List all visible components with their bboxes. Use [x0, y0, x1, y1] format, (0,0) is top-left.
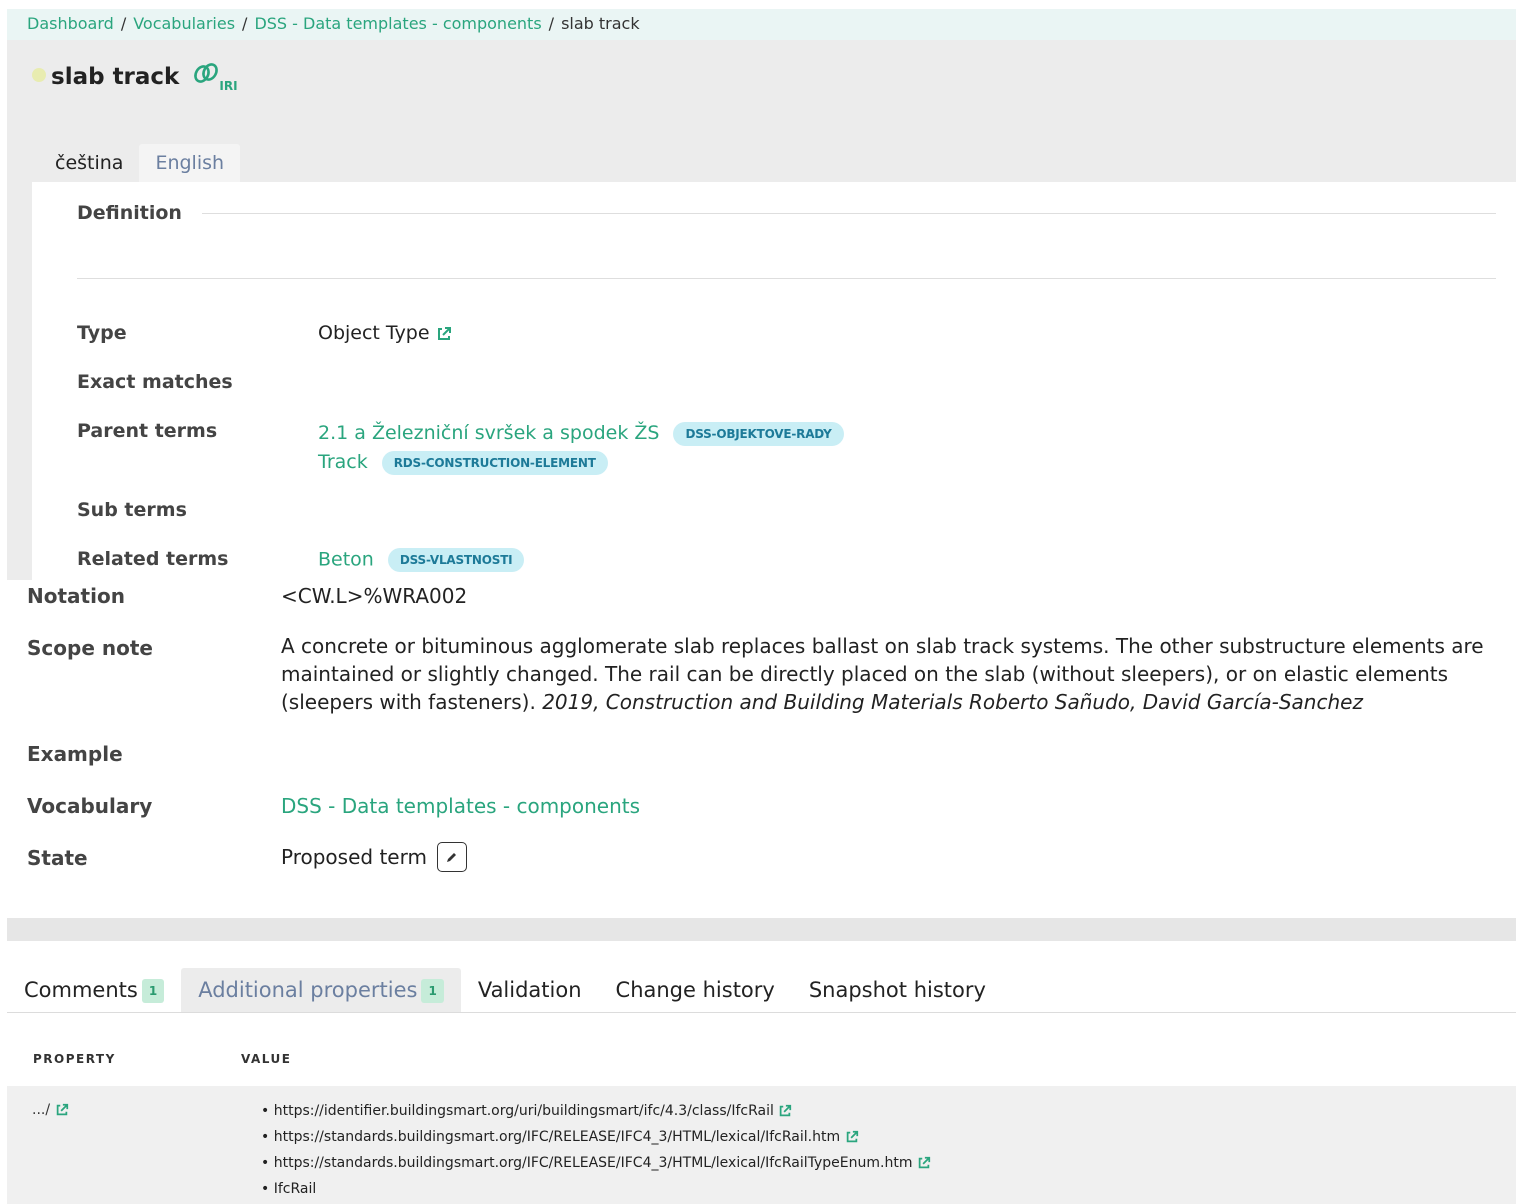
comments-count-badge: 1 [141, 979, 165, 1003]
tab-cestina[interactable]: čeština [39, 144, 139, 182]
breadcrumb-separator: / [242, 14, 248, 33]
value-list: https://identifier.buildingsmart.org/uri… [261, 1098, 931, 1202]
value-link[interactable]: https://standards.buildingsmart.org/IFC/… [274, 1129, 840, 1145]
scope-note-citation: 2019, Construction and Building Material… [542, 690, 1363, 714]
parent-term-link[interactable]: Track [318, 451, 368, 473]
exact-matches-label: Exact matches [77, 371, 233, 393]
breadcrumb-current: slab track [561, 14, 640, 33]
state-label: State [27, 846, 88, 870]
term-card: Definition Type Object Type Exact matche… [32, 182, 1516, 580]
vocabulary-badge: DSS-VLASTNOSTI [387, 548, 525, 572]
related-term-link[interactable]: Beton [318, 549, 374, 571]
tab-comments[interactable]: Comments 1 [7, 968, 181, 1012]
tab-change-history[interactable]: Change history [599, 968, 792, 1012]
definition-label: Definition [77, 202, 182, 224]
external-link-icon[interactable] [917, 1156, 931, 1170]
vocabulary-label: Vocabulary [27, 794, 153, 818]
breadcrumb-dashboard[interactable]: Dashboard [27, 14, 114, 33]
tab-additional-properties[interactable]: Additional properties 1 [181, 968, 461, 1012]
breadcrumb-separator: / [548, 14, 555, 33]
breadcrumb-separator: / [120, 14, 127, 33]
iri-link[interactable]: IRI [193, 62, 238, 93]
scope-note-text: A concrete or bituminous agglomerate sla… [281, 632, 1496, 716]
table-header: PROPERTY VALUE [7, 1040, 1516, 1086]
state-dot [32, 68, 46, 82]
term-title: slab track [51, 64, 180, 90]
definition-divider-bottom [77, 278, 1496, 279]
tab-english[interactable]: English [139, 144, 241, 182]
bottom-tabs: Comments 1 Additional properties 1 Validat… [7, 968, 1516, 1013]
external-link-icon[interactable] [436, 326, 452, 342]
notation-label: Notation [27, 584, 125, 608]
tab-additional-properties-label: Additional properties [198, 978, 418, 1002]
list-item: https://standards.buildingsmart.org/IFC/… [261, 1124, 931, 1150]
breadcrumb-vocabularies[interactable]: Vocabularies [133, 14, 235, 33]
sub-terms-label: Sub terms [77, 499, 187, 521]
vocabulary-badge: RDS-CONSTRUCTION-ELEMENT [381, 450, 608, 475]
external-link-icon[interactable] [845, 1130, 859, 1144]
iri-label: IRI [219, 79, 238, 93]
value-link[interactable]: https://identifier.buildingsmart.org/uri… [274, 1103, 774, 1119]
definition-divider [202, 213, 1496, 214]
edit-state-button[interactable] [437, 842, 468, 872]
pencil-icon [447, 853, 457, 862]
tab-snapshot-history[interactable]: Snapshot history [792, 968, 1003, 1012]
breadcrumb-vocabulary[interactable]: DSS - Data templates - components [254, 14, 541, 33]
tab-comments-label: Comments [24, 978, 138, 1002]
state-value: Proposed term [281, 845, 427, 869]
term-detail-panel: slab track IRI čeština English Definitio… [7, 40, 1516, 580]
example-label: Example [27, 742, 123, 766]
vocabulary-link[interactable]: DSS - Data templates - components [281, 794, 640, 818]
table-row: .../ https://identifier.buildingsmart.or… [7, 1086, 1516, 1204]
value-link[interactable]: https://standards.buildingsmart.org/IFC/… [274, 1155, 913, 1171]
breadcrumb: Dashboard / Vocabularies / DSS - Data templa… [7, 9, 1516, 40]
parent-terms-label: Parent terms [77, 420, 218, 442]
section-separator [7, 918, 1516, 941]
parent-term-link[interactable]: 2.1 a Železniční svršek a spodek ŽS [318, 422, 659, 444]
vocabulary-badge: DSS-OBJEKTOVE-RADY [673, 421, 844, 446]
additional-properties-count-badge: 1 [421, 979, 444, 1003]
list-item: https://standards.buildingsmart.org/IFC/… [261, 1150, 931, 1176]
page-title: slab track IRI [51, 62, 238, 93]
property-name: .../ [32, 1102, 51, 1118]
scope-note-label: Scope note [27, 636, 153, 660]
property-cell: .../ [32, 1102, 69, 1118]
value-text: IfcRail [273, 1181, 317, 1197]
external-link-icon[interactable] [778, 1104, 792, 1118]
list-item: IfcRail [261, 1176, 931, 1202]
column-header-property: PROPERTY [33, 1052, 116, 1066]
tab-validation[interactable]: Validation [461, 968, 599, 1012]
iri-link-icon [194, 63, 219, 83]
notation-value: <CW.L>%WRA002 [281, 584, 468, 608]
list-item: https://identifier.buildingsmart.org/uri… [261, 1098, 931, 1124]
language-tabs: čeština English [39, 144, 241, 182]
external-link-icon[interactable] [55, 1103, 69, 1117]
type-value: Object Type [318, 322, 430, 344]
type-label: Type [77, 322, 127, 344]
related-terms-label: Related terms [77, 548, 229, 570]
column-header-value: VALUE [241, 1052, 292, 1066]
